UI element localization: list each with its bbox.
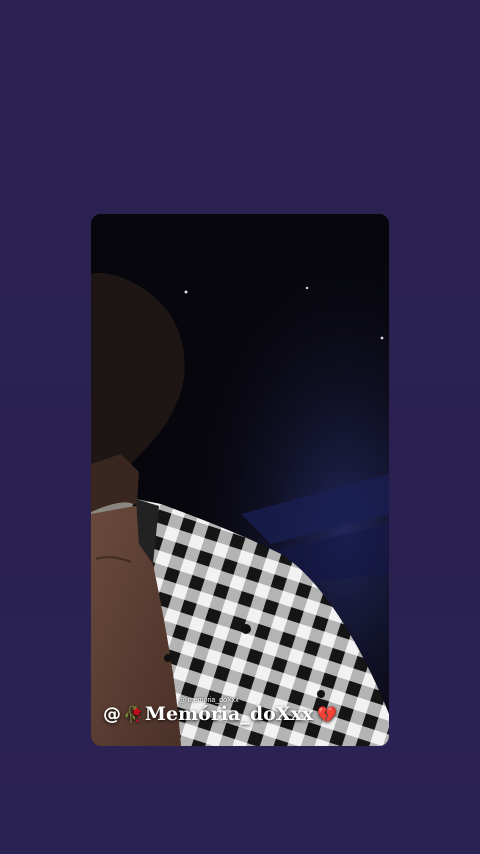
- story-handle-overlay[interactable]: @ 🥀 Memória_doXxx 💔: [103, 703, 337, 725]
- broken-heart-icon: 💔: [317, 704, 338, 724]
- story-photo: [91, 214, 389, 746]
- at-symbol: @: [103, 703, 121, 725]
- story-screen: @ memória_doXxx @ 🥀 Memória_doXxx 💔: [0, 0, 480, 854]
- story-handle-name: Memória_doXxx: [144, 703, 314, 725]
- story-media-card[interactable]: @ memória_doXxx @ 🥀 Memória_doXxx 💔: [91, 214, 389, 746]
- wilted-rose-icon: 🥀: [123, 704, 143, 724]
